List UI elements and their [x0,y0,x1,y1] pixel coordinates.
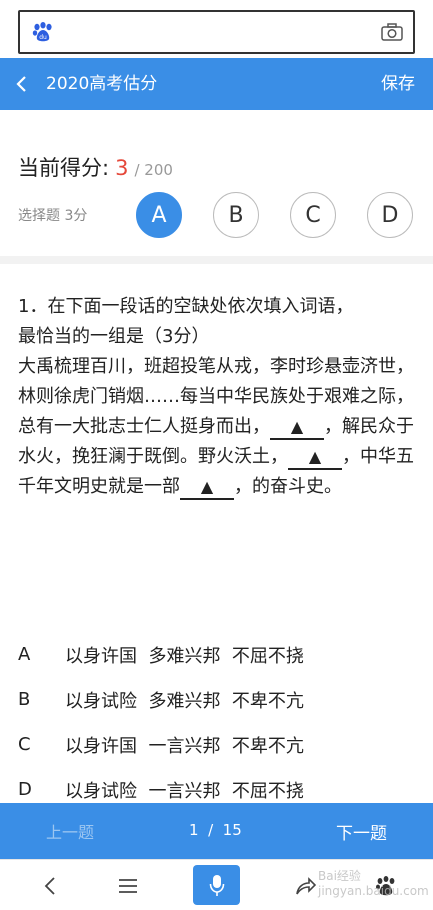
nav-menu-button[interactable] [108,860,148,910]
choice-text: 以身试险 一言兴邦 不屈不挠 [65,780,304,802]
svg-text:du: du [39,34,47,41]
question-stem-line-2: 最恰当的一组是（3分） [18,326,210,347]
question-pager: 上一题 1 / 15 下一题 [0,803,433,859]
search-bar-area: du [0,0,433,58]
camera-icon[interactable] [381,23,403,41]
score-total: / 200 [134,161,173,179]
share-icon [296,876,317,894]
choice-letter: D [18,779,32,800]
back-icon[interactable] [14,74,28,94]
question-text: 1．在下面一段话的空缺处依次填入词语， 最恰当的一组是（3分） 大禹梳理百川，班… [18,292,418,502]
nav-back-button[interactable] [30,860,70,910]
section-divider [0,256,433,264]
score-label: 当前得分: [18,156,110,180]
blank-3: ▲ [180,476,234,500]
choice-b[interactable]: B 以身试险 多难兴邦 不卑不亢 [18,677,418,722]
mic-icon [209,875,224,896]
choice-letter: B [18,689,31,710]
choice-text: 以身试险 多难兴邦 不卑不亢 [65,690,304,712]
choice-letter: A [18,644,31,665]
question-type-label: 选择题 3分 [18,208,88,224]
answer-option-c[interactable]: C [290,192,336,238]
blank-2: ▲ [288,446,342,470]
search-input[interactable]: du [18,10,415,54]
choice-letter: C [18,734,31,755]
question-stem-line-1: 1．在下面一段话的空缺处依次填入词语， [18,296,354,317]
question-passage: 大禹梳理百川，班超投笔从戎，李时珍悬壶济世，林则徐虎门销烟……每当中华民族处于艰… [18,352,418,502]
save-button[interactable]: 保存 [381,71,415,97]
answer-option-a[interactable]: A [136,192,182,238]
score-value: 3 [115,156,129,180]
prev-question-button[interactable]: 上一题 [46,819,94,843]
choice-list: A 以身许国 多难兴邦 不屈不挠 B 以身试险 多难兴邦 不卑不亢 C 以身许国… [18,632,418,812]
next-question-button[interactable]: 下一题 [336,819,387,844]
answer-option-d[interactable]: D [367,192,413,238]
score-line: 当前得分: 3 / 200 [18,152,173,182]
back-icon [44,876,55,895]
watermark-text: Bai经验 jingyan.baidu.com [318,869,429,898]
passage-part-4: ，的奋斗史。 [234,476,342,497]
choice-c[interactable]: C 以身许国 一言兴邦 不卑不亢 [18,722,418,767]
page-indicator: 1 / 15 [189,821,242,839]
choice-text: 以身许国 一言兴邦 不卑不亢 [65,735,304,757]
blank-1: ▲ [270,416,324,440]
score-panel: 当前得分: 3 / 200 选择题 3分 A B C D [0,110,433,256]
choice-a[interactable]: A 以身许国 多难兴邦 不屈不挠 [18,632,418,677]
voice-search-button[interactable] [193,865,240,905]
choice-text: 以身许国 多难兴邦 不屈不挠 [65,645,304,667]
menu-icon [119,878,137,893]
app-header: 2020高考估分 保存 [0,58,433,110]
answer-option-b[interactable]: B [213,192,259,238]
page-title: 2020高考估分 [46,74,158,94]
baidu-paw-icon: du [32,22,52,42]
